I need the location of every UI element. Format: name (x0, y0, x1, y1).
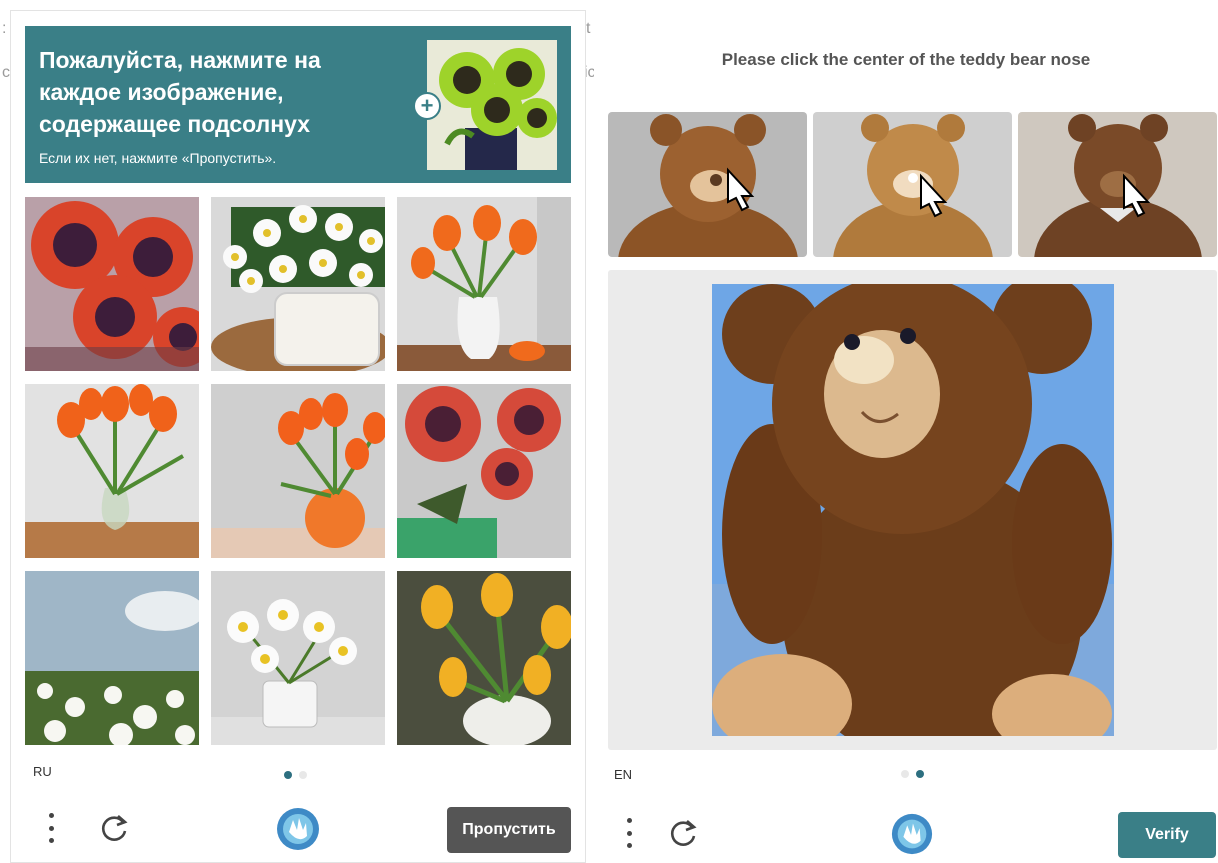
skip-button[interactable]: Пропустить (447, 807, 571, 853)
captcha-widget-en: Please click the center of the teddy bea… (594, 0, 1218, 863)
task-image-teddy-bear[interactable] (712, 284, 1114, 736)
grid-tile-daisies-white-pot[interactable] (211, 197, 385, 371)
refresh-icon[interactable] (97, 811, 131, 850)
page-dot-1 (284, 771, 292, 779)
instruction-text: Please click the center of the teddy bea… (721, 50, 1091, 69)
language-label[interactable]: RU (33, 764, 52, 779)
language-label[interactable]: EN (614, 767, 632, 782)
hcaptcha-logo-icon (275, 806, 321, 857)
prompt-banner: Пожалуйста, нажмите на каждое изображени… (25, 26, 571, 183)
kebab-menu-icon[interactable] (624, 818, 634, 848)
example-image-3 (1018, 112, 1217, 257)
grid-tile-yellow-tulips[interactable] (397, 571, 571, 745)
grid-tile-tulips-orange-vase[interactable] (211, 384, 385, 558)
grid-tile-orange-tulips[interactable] (397, 197, 571, 371)
grid-tile-tulips-glass-vase[interactable] (25, 384, 199, 558)
captcha-widget-ru: Пожалуйста, нажмите на каждое изображени… (10, 10, 586, 863)
task-canvas (608, 270, 1217, 750)
page-dot-1 (901, 770, 909, 778)
grid-tile-sunflowers[interactable] (25, 197, 199, 371)
sunflower-example-art (427, 40, 557, 170)
background-text: : (2, 20, 7, 37)
grid-tile-red-sunflowers-green-pot[interactable] (397, 384, 571, 558)
kebab-menu-icon[interactable] (46, 813, 56, 843)
screenshot-stage: t ic : c Пожалуйста, нажмите на каждое и… (0, 0, 1218, 863)
prompt-title: Пожалуйста, нажмите на каждое изображени… (39, 47, 321, 137)
example-image-sunflower[interactable] (427, 40, 557, 170)
verify-button[interactable]: Verify (1118, 812, 1216, 858)
grid-tile-daisies-pot[interactable] (211, 571, 385, 745)
example-image-1 (608, 112, 807, 257)
page-dot-2 (299, 771, 307, 779)
prompt-subtitle: Если их нет, нажмите «Пропустить». (39, 150, 277, 166)
example-image-2 (813, 112, 1012, 257)
page-dot-2 (916, 770, 924, 778)
grid-tile-daisy-field[interactable] (25, 571, 199, 745)
pagination-dots (284, 771, 307, 779)
image-grid (25, 197, 571, 745)
pagination-dots (901, 770, 924, 778)
background-text: c (2, 64, 10, 81)
background-text: t (586, 20, 591, 37)
hcaptcha-logo-icon (890, 812, 934, 861)
plus-icon[interactable]: + (413, 92, 441, 120)
refresh-icon[interactable] (666, 816, 700, 855)
